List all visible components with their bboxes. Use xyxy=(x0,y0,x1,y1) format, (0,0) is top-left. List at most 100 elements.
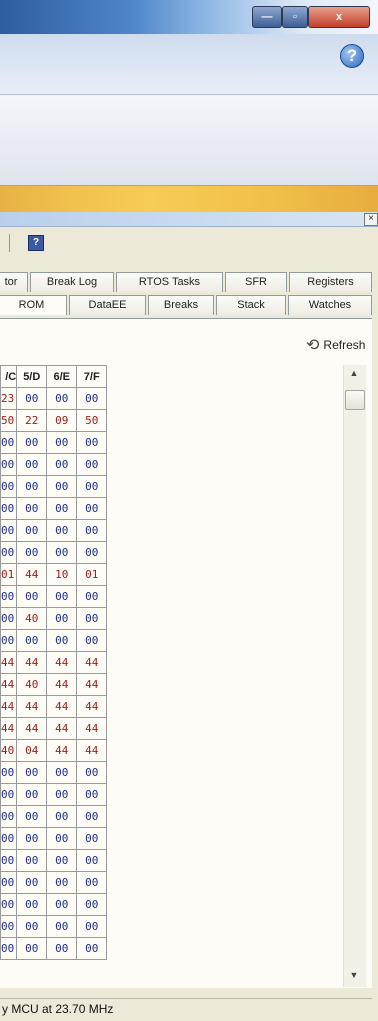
memory-cell[interactable]: 50 xyxy=(0,409,18,432)
memory-cell[interactable]: 00 xyxy=(0,475,18,498)
memory-cell[interactable]: 44 xyxy=(0,695,18,718)
refresh-button[interactable]: ⟲ Refresh xyxy=(306,336,365,354)
tab-sfr[interactable]: SFR xyxy=(225,272,287,292)
memory-cell[interactable]: 00 xyxy=(76,387,108,410)
memory-cell[interactable]: 00 xyxy=(16,453,48,476)
memory-cell[interactable]: 00 xyxy=(0,541,18,564)
memory-cell[interactable]: 00 xyxy=(0,893,18,916)
memory-cell[interactable]: 44 xyxy=(76,717,108,740)
memory-cell[interactable]: 00 xyxy=(76,519,108,542)
memory-cell[interactable]: 00 xyxy=(0,453,18,476)
memory-cell[interactable]: 44 xyxy=(46,695,78,718)
memory-cell[interactable]: 00 xyxy=(16,849,48,872)
memory-cell[interactable]: 44 xyxy=(0,651,18,674)
memory-cell[interactable]: 00 xyxy=(0,585,18,608)
memory-cell[interactable]: 00 xyxy=(16,431,48,454)
tab-registers[interactable]: Registers xyxy=(289,272,372,292)
memory-cell[interactable]: 50 xyxy=(76,409,108,432)
memory-cell[interactable]: 00 xyxy=(16,827,48,850)
memory-cell[interactable]: 44 xyxy=(16,695,48,718)
memory-cell[interactable]: 40 xyxy=(16,673,48,696)
memory-cell[interactable]: 00 xyxy=(46,937,78,960)
memory-cell[interactable]: 00 xyxy=(76,871,108,894)
memory-cell[interactable]: 00 xyxy=(76,937,108,960)
memory-cell[interactable]: 00 xyxy=(16,783,48,806)
memory-cell[interactable]: 00 xyxy=(76,827,108,850)
memory-cell[interactable]: 00 xyxy=(46,475,78,498)
memory-cell[interactable]: 00 xyxy=(46,783,78,806)
vertical-scrollbar[interactable] xyxy=(343,365,366,987)
memory-cell[interactable]: 44 xyxy=(46,717,78,740)
memory-cell[interactable]: 00 xyxy=(46,453,78,476)
memory-cell[interactable]: 01 xyxy=(0,563,18,586)
memory-cell[interactable]: 00 xyxy=(0,871,18,894)
memory-cell[interactable]: 00 xyxy=(0,805,18,828)
memory-cell[interactable]: 00 xyxy=(0,431,18,454)
memory-cell[interactable]: 00 xyxy=(46,585,78,608)
memory-cell[interactable]: 00 xyxy=(46,387,78,410)
memory-cell[interactable]: 00 xyxy=(16,387,48,410)
memory-cell[interactable]: 44 xyxy=(16,563,48,586)
memory-cell[interactable]: 00 xyxy=(46,805,78,828)
memory-cell[interactable]: 00 xyxy=(46,541,78,564)
memory-cell[interactable]: 00 xyxy=(16,585,48,608)
memory-cell[interactable]: 00 xyxy=(76,915,108,938)
help-icon[interactable]: ? xyxy=(340,44,364,68)
memory-cell[interactable]: 00 xyxy=(0,849,18,872)
maximize-button[interactable]: ▫ xyxy=(282,6,308,28)
memory-cell[interactable]: 44 xyxy=(0,673,18,696)
tab-monitor[interactable]: tor xyxy=(0,272,28,292)
memory-cell[interactable]: 44 xyxy=(46,651,78,674)
memory-cell[interactable]: 00 xyxy=(76,585,108,608)
dock-close-icon[interactable]: × xyxy=(364,213,378,226)
memory-cell[interactable]: 40 xyxy=(0,739,18,762)
memory-cell[interactable]: 00 xyxy=(46,497,78,520)
memory-cell[interactable]: 09 xyxy=(46,409,78,432)
scroll-down-icon[interactable]: ▼ xyxy=(346,970,362,984)
tab-rom[interactable]: ROM xyxy=(0,295,67,315)
memory-cell[interactable]: 00 xyxy=(0,519,18,542)
memory-cell[interactable]: 00 xyxy=(0,783,18,806)
tab-rtos-tasks[interactable]: RTOS Tasks xyxy=(116,272,223,292)
scrollbar-thumb[interactable] xyxy=(345,390,365,410)
memory-cell[interactable]: 00 xyxy=(46,871,78,894)
memory-cell[interactable]: 00 xyxy=(76,629,108,652)
tab-dataee[interactable]: DataEE xyxy=(69,295,146,315)
memory-cell[interactable]: 00 xyxy=(16,629,48,652)
tab-stack[interactable]: Stack xyxy=(216,295,286,315)
memory-cell[interactable]: 00 xyxy=(76,607,108,630)
memory-cell[interactable]: 44 xyxy=(16,717,48,740)
memory-cell[interactable]: 00 xyxy=(0,761,18,784)
memory-cell[interactable]: 00 xyxy=(16,519,48,542)
memory-cell[interactable]: 00 xyxy=(76,453,108,476)
memory-cell[interactable]: 00 xyxy=(46,761,78,784)
memory-cell[interactable]: 00 xyxy=(16,497,48,520)
memory-cell[interactable]: 00 xyxy=(16,915,48,938)
minimize-button[interactable]: — xyxy=(252,6,282,28)
memory-cell[interactable]: 40 xyxy=(16,607,48,630)
memory-cell[interactable]: 00 xyxy=(76,805,108,828)
memory-cell[interactable]: 00 xyxy=(16,871,48,894)
tab-break-log[interactable]: Break Log xyxy=(30,272,114,292)
memory-cell[interactable]: 00 xyxy=(46,629,78,652)
memory-cell[interactable]: 01 xyxy=(76,563,108,586)
memory-cell[interactable]: 00 xyxy=(76,475,108,498)
memory-cell[interactable]: 00 xyxy=(0,915,18,938)
memory-cell[interactable]: 00 xyxy=(0,607,18,630)
memory-cell[interactable]: 00 xyxy=(46,827,78,850)
memory-cell[interactable]: 00 xyxy=(76,849,108,872)
memory-cell[interactable]: 00 xyxy=(16,893,48,916)
memory-cell[interactable]: 44 xyxy=(46,673,78,696)
memory-cell[interactable]: 00 xyxy=(76,431,108,454)
memory-cell[interactable]: 44 xyxy=(0,717,18,740)
memory-cell[interactable]: 00 xyxy=(46,431,78,454)
memory-cell[interactable]: 00 xyxy=(0,629,18,652)
memory-cell[interactable]: 00 xyxy=(76,761,108,784)
close-button[interactable]: x xyxy=(308,6,370,28)
memory-cell[interactable]: 00 xyxy=(46,519,78,542)
memory-cell[interactable]: 44 xyxy=(76,673,108,696)
memory-cell[interactable]: 00 xyxy=(16,761,48,784)
memory-cell[interactable]: 00 xyxy=(0,497,18,520)
scroll-up-icon[interactable]: ▲ xyxy=(346,368,362,382)
memory-cell[interactable]: 00 xyxy=(0,827,18,850)
